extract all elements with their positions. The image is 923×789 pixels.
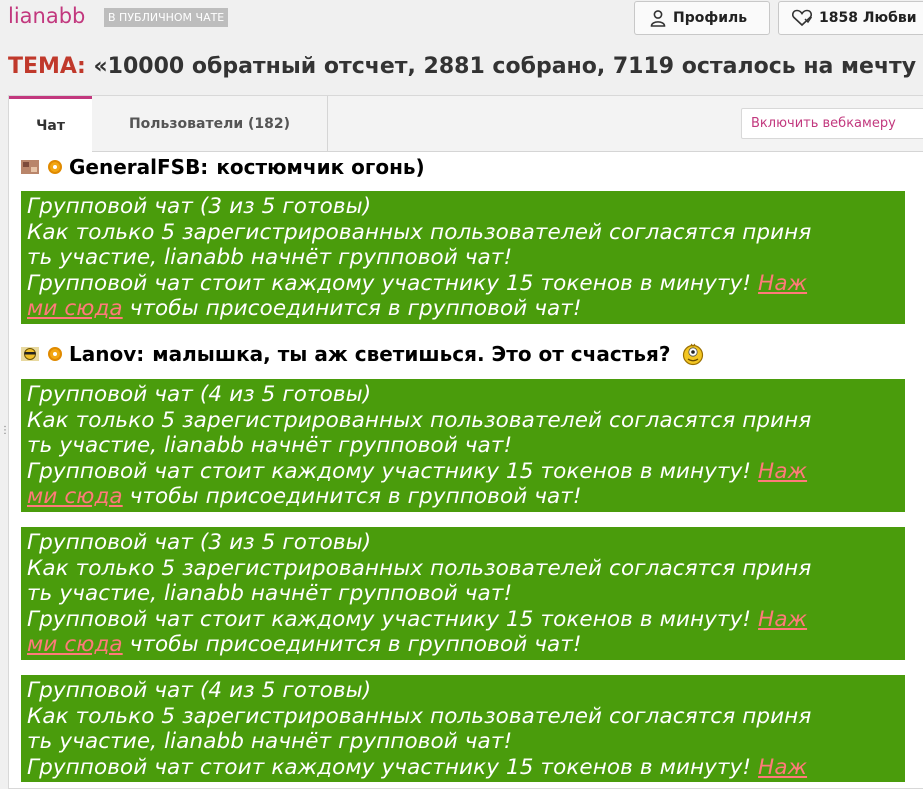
notice-line: Как только 5 зарегистрированных пользова… xyxy=(27,555,812,581)
notice-line: Как только 5 зарегистрированных пользова… xyxy=(27,407,812,433)
notice-line: ть участие, lianabb начнёт групповой чат… xyxy=(27,433,513,458)
enable-webcam-button[interactable]: Включить вебкамеру xyxy=(741,108,923,139)
tab-users[interactable]: Пользователи (182) xyxy=(92,96,328,151)
avatar-icon xyxy=(21,160,39,174)
join-group-chat-link[interactable]: Наж xyxy=(758,607,807,632)
panel-resize-handle[interactable]: ⋮ xyxy=(0,425,10,453)
group-chat-notice: Групповой чат (3 из 5 готовы) Как только… xyxy=(21,191,905,324)
notice-line: чтобы присоединится в групповой чат! xyxy=(122,296,582,321)
chat-message: Lanov: малышка, ты аж светишься. Это от … xyxy=(21,339,704,369)
join-group-chat-link[interactable]: Наж xyxy=(758,271,807,296)
notice-line: Групповой чат стоит каждому участнику 15… xyxy=(27,458,759,484)
topic-label: ТЕМА: xyxy=(8,54,86,79)
notice-line: Групповой чат стоит каждому участнику 15… xyxy=(27,754,759,780)
notice-status: Групповой чат (4 из 5 готовы) xyxy=(27,678,372,703)
heart-icon xyxy=(791,9,813,27)
fans-button[interactable]: 1858 Любви xyxy=(778,1,923,35)
notice-status: Групповой чат (3 из 5 готовы) xyxy=(27,194,372,219)
top-bar: lianabb В ПУБЛИЧНОМ ЧАТЕ Профиль 1858 Лю… xyxy=(0,0,923,40)
smiley-icon xyxy=(683,343,704,366)
group-chat-notice: Групповой чат (4 из 5 готовы) Как только… xyxy=(21,675,905,782)
fans-count-label: 1858 Любви xyxy=(819,10,917,26)
topic-text: «10000 обратный отсчет, 2881 собрано, 71… xyxy=(93,54,917,79)
chat-panel: Чат Пользователи (182) Включить вебкамер… xyxy=(8,95,923,789)
profile-button[interactable]: Профиль xyxy=(634,1,770,35)
join-group-chat-link[interactable]: ми сюда xyxy=(27,484,123,509)
profile-button-label: Профиль xyxy=(673,10,748,26)
notice-line: Групповой чат стоит каждому участнику 15… xyxy=(27,606,759,632)
join-group-chat-link[interactable]: ми сюда xyxy=(27,296,123,321)
chat-message: GeneralFSB: костюмчик огонь) xyxy=(21,152,425,182)
user-badge-icon xyxy=(48,160,62,174)
model-username[interactable]: lianabb xyxy=(8,4,85,28)
notice-line: Групповой чат стоит каждому участнику 15… xyxy=(27,270,759,296)
join-group-chat-link[interactable]: Наж xyxy=(758,459,807,484)
join-group-chat-link[interactable]: ми сюда xyxy=(27,632,123,657)
notice-line: Как только 5 зарегистрированных пользова… xyxy=(27,703,812,729)
room-topic: ТЕМА: «10000 обратный отсчет, 2881 собра… xyxy=(8,54,916,79)
group-chat-notice: Групповой чат (3 из 5 готовы) Как только… xyxy=(21,527,905,660)
message-text: малышка, ты аж светишься. Это от счастья… xyxy=(152,342,671,366)
notice-line: чтобы присоединится в групповой чат! xyxy=(122,484,582,509)
chat-tabs: Чат Пользователи (182) Включить вебкамер… xyxy=(9,96,923,152)
avatar-icon xyxy=(21,347,39,361)
join-group-chat-link[interactable]: Наж xyxy=(758,755,807,780)
notice-line: Как только 5 зарегистрированных пользова… xyxy=(27,219,812,245)
notice-status: Групповой чат (3 из 5 готовы) xyxy=(27,530,372,555)
notice-line: ть участие, lianabb начнёт групповой чат… xyxy=(27,729,513,754)
message-author[interactable]: GeneralFSB: xyxy=(69,155,208,179)
message-text: костюмчик огонь) xyxy=(216,155,425,179)
chat-mode-badge: В ПУБЛИЧНОМ ЧАТЕ xyxy=(104,8,229,27)
notice-line: ть участие, lianabb начнёт групповой чат… xyxy=(27,245,513,270)
tab-chat[interactable]: Чат xyxy=(9,96,92,152)
user-icon xyxy=(650,10,666,27)
notice-line: ть участие, lianabb начнёт групповой чат… xyxy=(27,581,513,606)
message-author[interactable]: Lanov: xyxy=(69,342,144,366)
notice-status: Групповой чат (4 из 5 готовы) xyxy=(27,382,372,407)
group-chat-notice: Групповой чат (4 из 5 готовы) Как только… xyxy=(21,379,905,512)
notice-line: чтобы присоединится в групповой чат! xyxy=(122,632,582,657)
user-badge-icon xyxy=(48,347,62,361)
